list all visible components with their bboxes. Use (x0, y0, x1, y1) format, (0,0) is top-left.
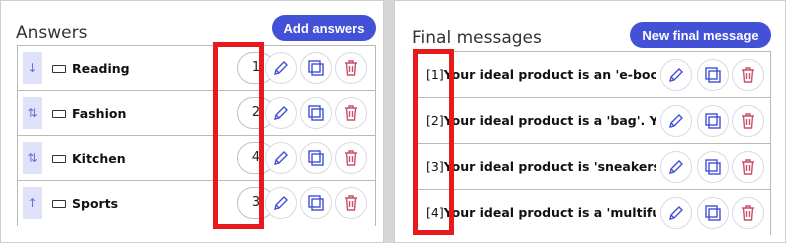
duplicate-icon (308, 195, 324, 211)
delete-button[interactable] (732, 105, 764, 137)
message-body: Your ideal product is a 'multifunctio (443, 205, 656, 220)
duplicate-button[interactable] (300, 187, 332, 219)
message-body: Your ideal product is 'sneakers'. Yo (443, 159, 656, 174)
option-shape-icon (52, 155, 66, 163)
message-number: [2] (426, 113, 444, 128)
trash-icon (742, 159, 754, 175)
duplicate-button[interactable] (300, 97, 332, 129)
edit-button[interactable] (660, 151, 692, 183)
final-message-text[interactable]: [3]Your ideal product is 'sneakers'. Yo (426, 159, 656, 174)
duplicate-button[interactable] (697, 59, 729, 91)
sort-handle-icon[interactable]: ⇅ (23, 97, 42, 129)
pencil-icon (669, 206, 683, 220)
pencil-icon (274, 106, 288, 120)
delete-button[interactable] (732, 151, 764, 183)
final-message-row: [1]Your ideal product is an 'e-book re (414, 52, 770, 98)
final-message-row: [3]Your ideal product is 'sneakers'. Yo (414, 144, 770, 190)
duplicate-button[interactable] (300, 52, 332, 84)
answer-label: Reading (72, 61, 130, 76)
message-body: Your ideal product is an 'e-book re (443, 67, 656, 82)
sort-handle-icon[interactable]: ↑ (23, 187, 42, 219)
trash-icon (345, 60, 357, 76)
panel-divider (384, 0, 394, 243)
pencil-icon (274, 61, 288, 75)
delete-button[interactable] (335, 52, 367, 84)
answer-row: ↓ Reading 1 (18, 46, 375, 91)
final-messages-list: [1]Your ideal product is an 'e-book re [… (413, 51, 771, 236)
option-shape-icon (52, 65, 66, 73)
edit-button[interactable] (265, 187, 297, 219)
trash-icon (742, 67, 754, 83)
pencil-icon (669, 160, 683, 174)
delete-button[interactable] (732, 197, 764, 229)
answer-label: Fashion (72, 106, 127, 121)
duplicate-icon (308, 105, 324, 121)
trash-icon (345, 150, 357, 166)
answers-list: ↓ Reading 1 ⇅ Fashion 2 ⇅ Kitchen 4 ↑ Sp… (17, 45, 376, 226)
sort-handle-icon[interactable]: ⇅ (23, 142, 42, 174)
final-message-row: [2]Your ideal product is a 'bag'. Your r (414, 98, 770, 144)
final-messages-panel: Final messages New final message [1]Your… (394, 0, 786, 243)
page: Answers Add answers ↓ Reading 1 ⇅ Fashio… (0, 0, 786, 243)
answer-label: Kitchen (72, 151, 126, 166)
duplicate-button[interactable] (697, 151, 729, 183)
sort-handle-icon[interactable]: ↓ (23, 52, 42, 84)
edit-button[interactable] (660, 59, 692, 91)
trash-icon (345, 195, 357, 211)
message-number: [1] (426, 67, 444, 82)
pencil-icon (274, 151, 288, 165)
pencil-icon (669, 114, 683, 128)
answer-label: Sports (72, 196, 119, 211)
final-message-text[interactable]: [4]Your ideal product is a 'multifunctio (426, 205, 656, 220)
duplicate-button[interactable] (300, 142, 332, 174)
pencil-icon (274, 196, 288, 210)
answers-title: Answers (16, 23, 88, 43)
message-number: [4] (426, 205, 444, 220)
delete-button[interactable] (335, 97, 367, 129)
final-message-text[interactable]: [1]Your ideal product is an 'e-book re (426, 67, 656, 82)
option-shape-icon (52, 200, 66, 208)
duplicate-icon (308, 150, 324, 166)
duplicate-icon (308, 60, 324, 76)
edit-button[interactable] (660, 105, 692, 137)
add-answers-button[interactable]: Add answers (272, 15, 376, 41)
answer-row: ⇅ Kitchen 4 (18, 136, 375, 181)
edit-button[interactable] (265, 97, 297, 129)
edit-button[interactable] (265, 142, 297, 174)
message-body: Your ideal product is a 'bag'. Your r (443, 113, 656, 128)
final-message-row: [4]Your ideal product is a 'multifunctio (414, 190, 770, 236)
final-message-text[interactable]: [2]Your ideal product is a 'bag'. Your r (426, 113, 656, 128)
duplicate-button[interactable] (697, 105, 729, 137)
message-number: [3] (426, 159, 444, 174)
edit-button[interactable] (660, 197, 692, 229)
answers-panel: Answers Add answers ↓ Reading 1 ⇅ Fashio… (0, 0, 384, 243)
trash-icon (742, 205, 754, 221)
duplicate-icon (705, 159, 721, 175)
delete-button[interactable] (732, 59, 764, 91)
final-messages-title: Final messages (412, 28, 542, 48)
trash-icon (742, 113, 754, 129)
trash-icon (345, 105, 357, 121)
answer-row: ⇅ Fashion 2 (18, 91, 375, 136)
edit-button[interactable] (265, 52, 297, 84)
duplicate-icon (705, 67, 721, 83)
new-final-message-button[interactable]: New final message (630, 22, 771, 48)
duplicate-icon (705, 113, 721, 129)
delete-button[interactable] (335, 187, 367, 219)
duplicate-icon (705, 205, 721, 221)
duplicate-button[interactable] (697, 197, 729, 229)
option-shape-icon (52, 110, 66, 118)
delete-button[interactable] (335, 142, 367, 174)
pencil-icon (669, 68, 683, 82)
answer-row: ↑ Sports 3 (18, 181, 375, 226)
